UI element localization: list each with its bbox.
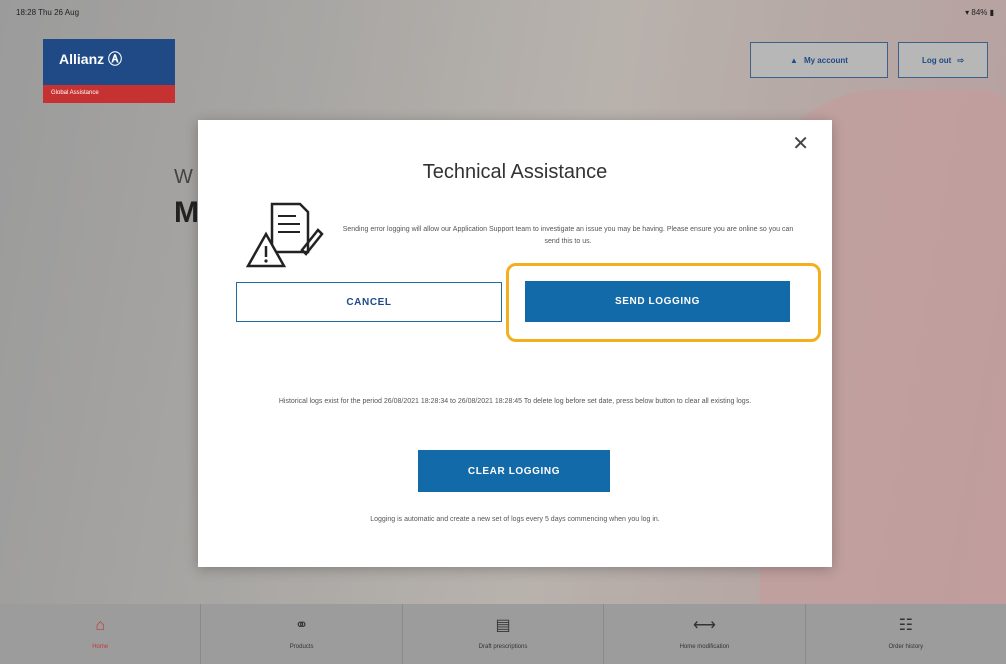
tab-draft-prescriptions[interactable]: ▤ Draft prescriptions bbox=[403, 604, 605, 664]
user-icon: ▲ bbox=[790, 55, 798, 65]
list-icon: ☷ bbox=[898, 617, 913, 634]
home-icon: ⌂ bbox=[95, 617, 106, 634]
modal-title: Technical Assistance bbox=[422, 161, 608, 183]
tab-order-history[interactable]: ☷ Order history bbox=[806, 604, 1006, 664]
status-time: 18:28 Thu 26 Aug bbox=[16, 8, 80, 17]
products-icon: ⚭ bbox=[294, 617, 309, 634]
tab-label: Draft prescriptions bbox=[478, 644, 528, 650]
tab-home[interactable]: ⌂ Home bbox=[0, 604, 202, 664]
status-battery: ▾ 84% ▮ bbox=[965, 8, 994, 17]
highlight-outline bbox=[506, 263, 821, 342]
tab-label: Home modification bbox=[679, 644, 730, 650]
tab-label: Products bbox=[289, 644, 314, 650]
background-name: M bbox=[174, 196, 199, 229]
allianz-logo[interactable]: Allianz Ⓐ Global Assistance bbox=[43, 39, 175, 103]
clear-logging-button[interactable]: CLEAR LOGGING bbox=[418, 450, 610, 492]
background-greeting: W bbox=[174, 166, 193, 188]
info-text: Sending error logging will allow our App… bbox=[342, 226, 794, 245]
tab-label: Home bbox=[92, 644, 109, 650]
ruler-icon: ⟷ bbox=[692, 617, 716, 634]
cancel-button[interactable]: CANCEL bbox=[236, 282, 502, 322]
logout-label: Log out bbox=[921, 55, 952, 65]
logout-icon: ⇨ bbox=[957, 55, 965, 65]
logout-button[interactable]: Log out ⇨ bbox=[898, 42, 988, 78]
history-text: Historical logs exist for the period 26/… bbox=[278, 398, 752, 405]
bottom-tab-bar: ⌂ Home ⚭ Products ▤ Draft prescriptions … bbox=[0, 604, 1006, 664]
auto-logging-text: Logging is automatic and create a new se… bbox=[370, 516, 660, 523]
document-warning-icon bbox=[245, 202, 324, 268]
logo-tagline: Global Assistance bbox=[43, 85, 175, 103]
close-icon[interactable]: ✕ bbox=[792, 134, 809, 154]
document-icon: ▤ bbox=[495, 617, 511, 634]
status-bar: 18:28 Thu 26 Aug ▾ 84% ▮ bbox=[0, 0, 1006, 22]
tab-home-modification[interactable]: ⟷ Home modification bbox=[604, 604, 806, 664]
my-account-button[interactable]: ▲ My account bbox=[750, 42, 888, 78]
tab-label: Order history bbox=[888, 644, 924, 650]
my-account-label: My account bbox=[803, 55, 848, 65]
technical-assistance-modal: ✕ Technical Assistance Sending error log… bbox=[198, 120, 832, 567]
tab-products[interactable]: ⚭ Products bbox=[201, 604, 403, 664]
logo-name: Allianz Ⓐ bbox=[59, 51, 123, 67]
